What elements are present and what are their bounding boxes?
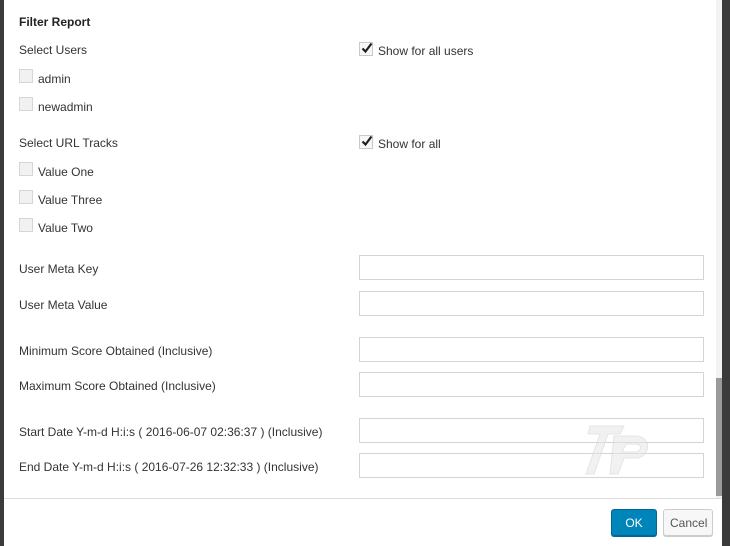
user-label-admin: admin [38,72,71,86]
track-label-value-two: Value Two [38,221,93,235]
checkmark-icon [361,42,373,54]
track-checkbox-value-two[interactable] [19,218,33,232]
track-checkbox-value-three[interactable] [19,190,33,204]
max-score-input[interactable] [359,372,704,397]
track-checkbox-value-one[interactable] [19,162,33,176]
show-all-tracks-label: Show for all [378,137,441,151]
user-checkbox-admin[interactable] [19,69,33,83]
user-checkbox-newadmin[interactable] [19,97,33,111]
checkmark-icon [361,135,373,147]
select-url-tracks-label: Select URL Tracks [19,136,118,150]
scrollbar-thumb[interactable] [716,378,722,496]
min-score-label: Minimum Score Obtained (Inclusive) [19,344,213,358]
track-label-value-three: Value Three [38,193,103,207]
min-score-input[interactable] [359,337,704,362]
filter-report-dialog: Filter Report Select Users Show for all … [4,0,722,546]
user-meta-key-input[interactable] [359,255,704,280]
max-score-label: Maximum Score Obtained (Inclusive) [19,379,216,393]
dialog-footer: OK Cancel [4,498,722,546]
end-date-label: End Date Y-m-d H:i:s ( 2016-07-26 12:32:… [19,460,319,474]
track-label-value-one: Value One [38,165,94,179]
user-meta-value-input[interactable] [359,291,704,316]
ok-button[interactable]: OK [611,509,657,536]
show-all-tracks-checkbox[interactable] [359,135,373,149]
user-meta-key-label: User Meta Key [19,262,99,276]
cancel-button[interactable]: Cancel [663,509,713,536]
show-all-users-checkbox[interactable] [359,42,373,56]
dialog-content: Filter Report Select Users Show for all … [4,0,716,498]
show-all-users-label: Show for all users [378,44,474,58]
start-date-label: Start Date Y-m-d H:i:s ( 2016-06-07 02:3… [19,425,323,439]
dialog-title: Filter Report [19,15,91,29]
watermark-logo [585,425,648,475]
user-label-newadmin: newadmin [38,100,93,114]
dialog-scrollbar[interactable] [716,0,722,498]
user-meta-value-label: User Meta Value [19,298,108,312]
select-users-label: Select Users [19,43,88,57]
